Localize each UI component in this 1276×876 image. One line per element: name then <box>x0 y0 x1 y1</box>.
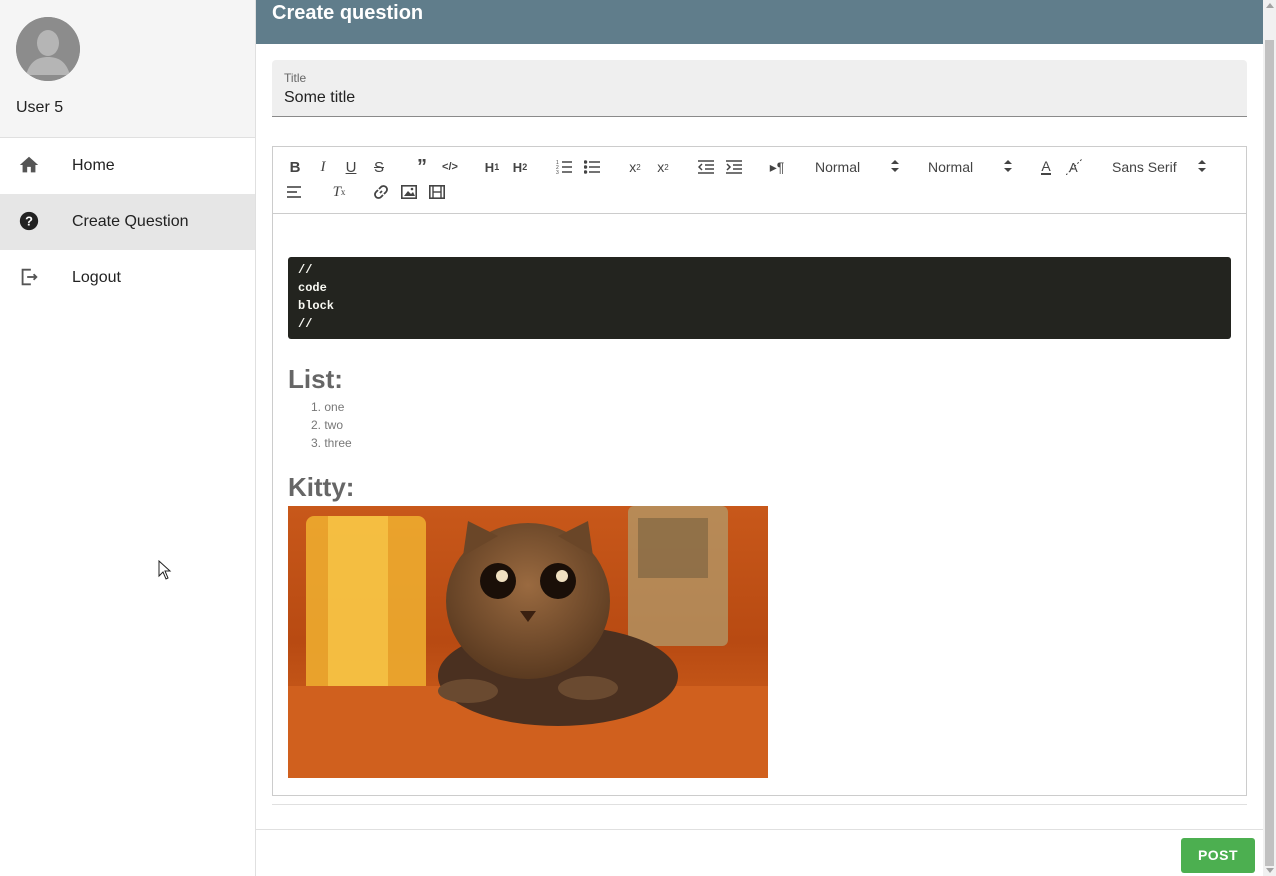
post-button[interactable]: POST <box>1181 838 1255 873</box>
sidebar-item-create-question[interactable]: ? Create Question <box>0 194 255 250</box>
clear-format-icon[interactable]: Tx <box>328 181 350 203</box>
align-left-icon[interactable] <box>284 181 306 203</box>
size-select[interactable]: Normal <box>928 156 1012 178</box>
text-direction-icon[interactable]: ▸¶ <box>766 156 788 178</box>
blockquote-icon[interactable]: ” <box>411 156 433 178</box>
title-field[interactable]: Title Some title <box>272 60 1247 117</box>
code-line: // <box>298 263 313 277</box>
text-color-icon[interactable]: A <box>1035 156 1057 178</box>
italic-icon[interactable]: I <box>312 156 334 178</box>
select-arrows-icon <box>1004 158 1012 177</box>
avatar[interactable] <box>16 17 80 81</box>
header-select-value: Normal <box>815 159 861 175</box>
bullet-list-icon[interactable] <box>581 156 603 178</box>
app-bar: Create question <box>256 0 1263 44</box>
scroll-thumb[interactable] <box>1265 40 1274 866</box>
rich-text-editor: B I U S ” </> H1 H2 123 x2 x2 ▸¶ Normal … <box>272 146 1247 796</box>
indent-icon[interactable] <box>723 156 745 178</box>
sidebar-item-logout[interactable]: Logout <box>0 250 255 306</box>
list-item: 3. three <box>311 436 352 450</box>
sidebar: User 5 Home ? Create Question Logout <box>0 0 256 876</box>
footer-divider <box>256 829 1263 830</box>
font-select-value: Sans Serif <box>1112 159 1177 175</box>
scrollbar[interactable] <box>1263 0 1276 876</box>
list-item: 1. one <box>311 400 345 414</box>
outdent-icon[interactable] <box>695 156 717 178</box>
sidebar-item-label: Logout <box>72 269 121 286</box>
select-arrows-icon <box>891 158 899 177</box>
svg-text:?: ? <box>25 214 33 229</box>
profile-header: User 5 <box>0 0 255 138</box>
list-heading: List: <box>288 364 343 394</box>
kitty-heading: Kitty: <box>288 472 355 502</box>
h2-icon[interactable]: H2 <box>509 156 531 178</box>
divider <box>272 804 1247 805</box>
image-icon[interactable] <box>398 181 420 203</box>
main-content: Create question Title Some title B I U S… <box>256 0 1263 876</box>
svg-text:3: 3 <box>556 170 559 174</box>
scroll-down-arrow-icon[interactable] <box>1266 868 1274 873</box>
editor-toolbar: B I U S ” </> H1 H2 123 x2 x2 ▸¶ Normal … <box>273 147 1246 214</box>
size-select-value: Normal <box>928 159 974 175</box>
select-arrows-icon <box>1198 158 1206 177</box>
code-icon[interactable]: </> <box>439 156 461 178</box>
code-line: block <box>298 299 335 313</box>
scroll-up-arrow-icon[interactable] <box>1266 3 1274 8</box>
page-title: Create question <box>272 2 424 24</box>
avatar-person-icon <box>16 17 80 81</box>
home-icon <box>18 154 42 178</box>
code-line: // <box>298 317 313 331</box>
title-field-label: Title <box>284 71 307 85</box>
font-select[interactable]: Sans Serif <box>1112 156 1206 178</box>
list-item: 2. two <box>311 418 344 432</box>
h1-icon[interactable]: H1 <box>481 156 503 178</box>
mouse-cursor-icon <box>158 559 172 585</box>
title-input[interactable]: Some title <box>284 89 355 107</box>
underline-icon[interactable]: U <box>340 156 362 178</box>
ordered-list: 1. one 2. two 3. three <box>311 398 352 452</box>
help-circle-icon: ? <box>18 210 42 234</box>
logout-icon <box>18 266 42 290</box>
user-name: User 5 <box>16 99 64 116</box>
sidebar-item-label: Home <box>72 157 115 174</box>
editor-content[interactable]: // code block // List: 1. one 2. two 3. … <box>288 213 1231 795</box>
superscript-icon[interactable]: x2 <box>652 156 674 178</box>
ordered-list-icon[interactable]: 123 <box>553 156 575 178</box>
sidebar-item-label: Create Question <box>72 213 189 230</box>
subscript-icon[interactable]: x2 <box>624 156 646 178</box>
header-select[interactable]: Normal <box>815 156 899 178</box>
link-icon[interactable] <box>370 181 392 203</box>
code-line: code <box>298 281 327 295</box>
svg-text:A: A <box>1069 160 1078 175</box>
video-icon[interactable] <box>426 181 448 203</box>
kitten-image[interactable] <box>288 506 768 778</box>
background-color-icon[interactable]: A <box>1063 156 1085 178</box>
sidebar-item-home[interactable]: Home <box>0 138 255 194</box>
strike-icon[interactable]: S <box>368 156 390 178</box>
bold-icon[interactable]: B <box>284 156 306 178</box>
code-block[interactable]: // code block // <box>288 257 1231 339</box>
